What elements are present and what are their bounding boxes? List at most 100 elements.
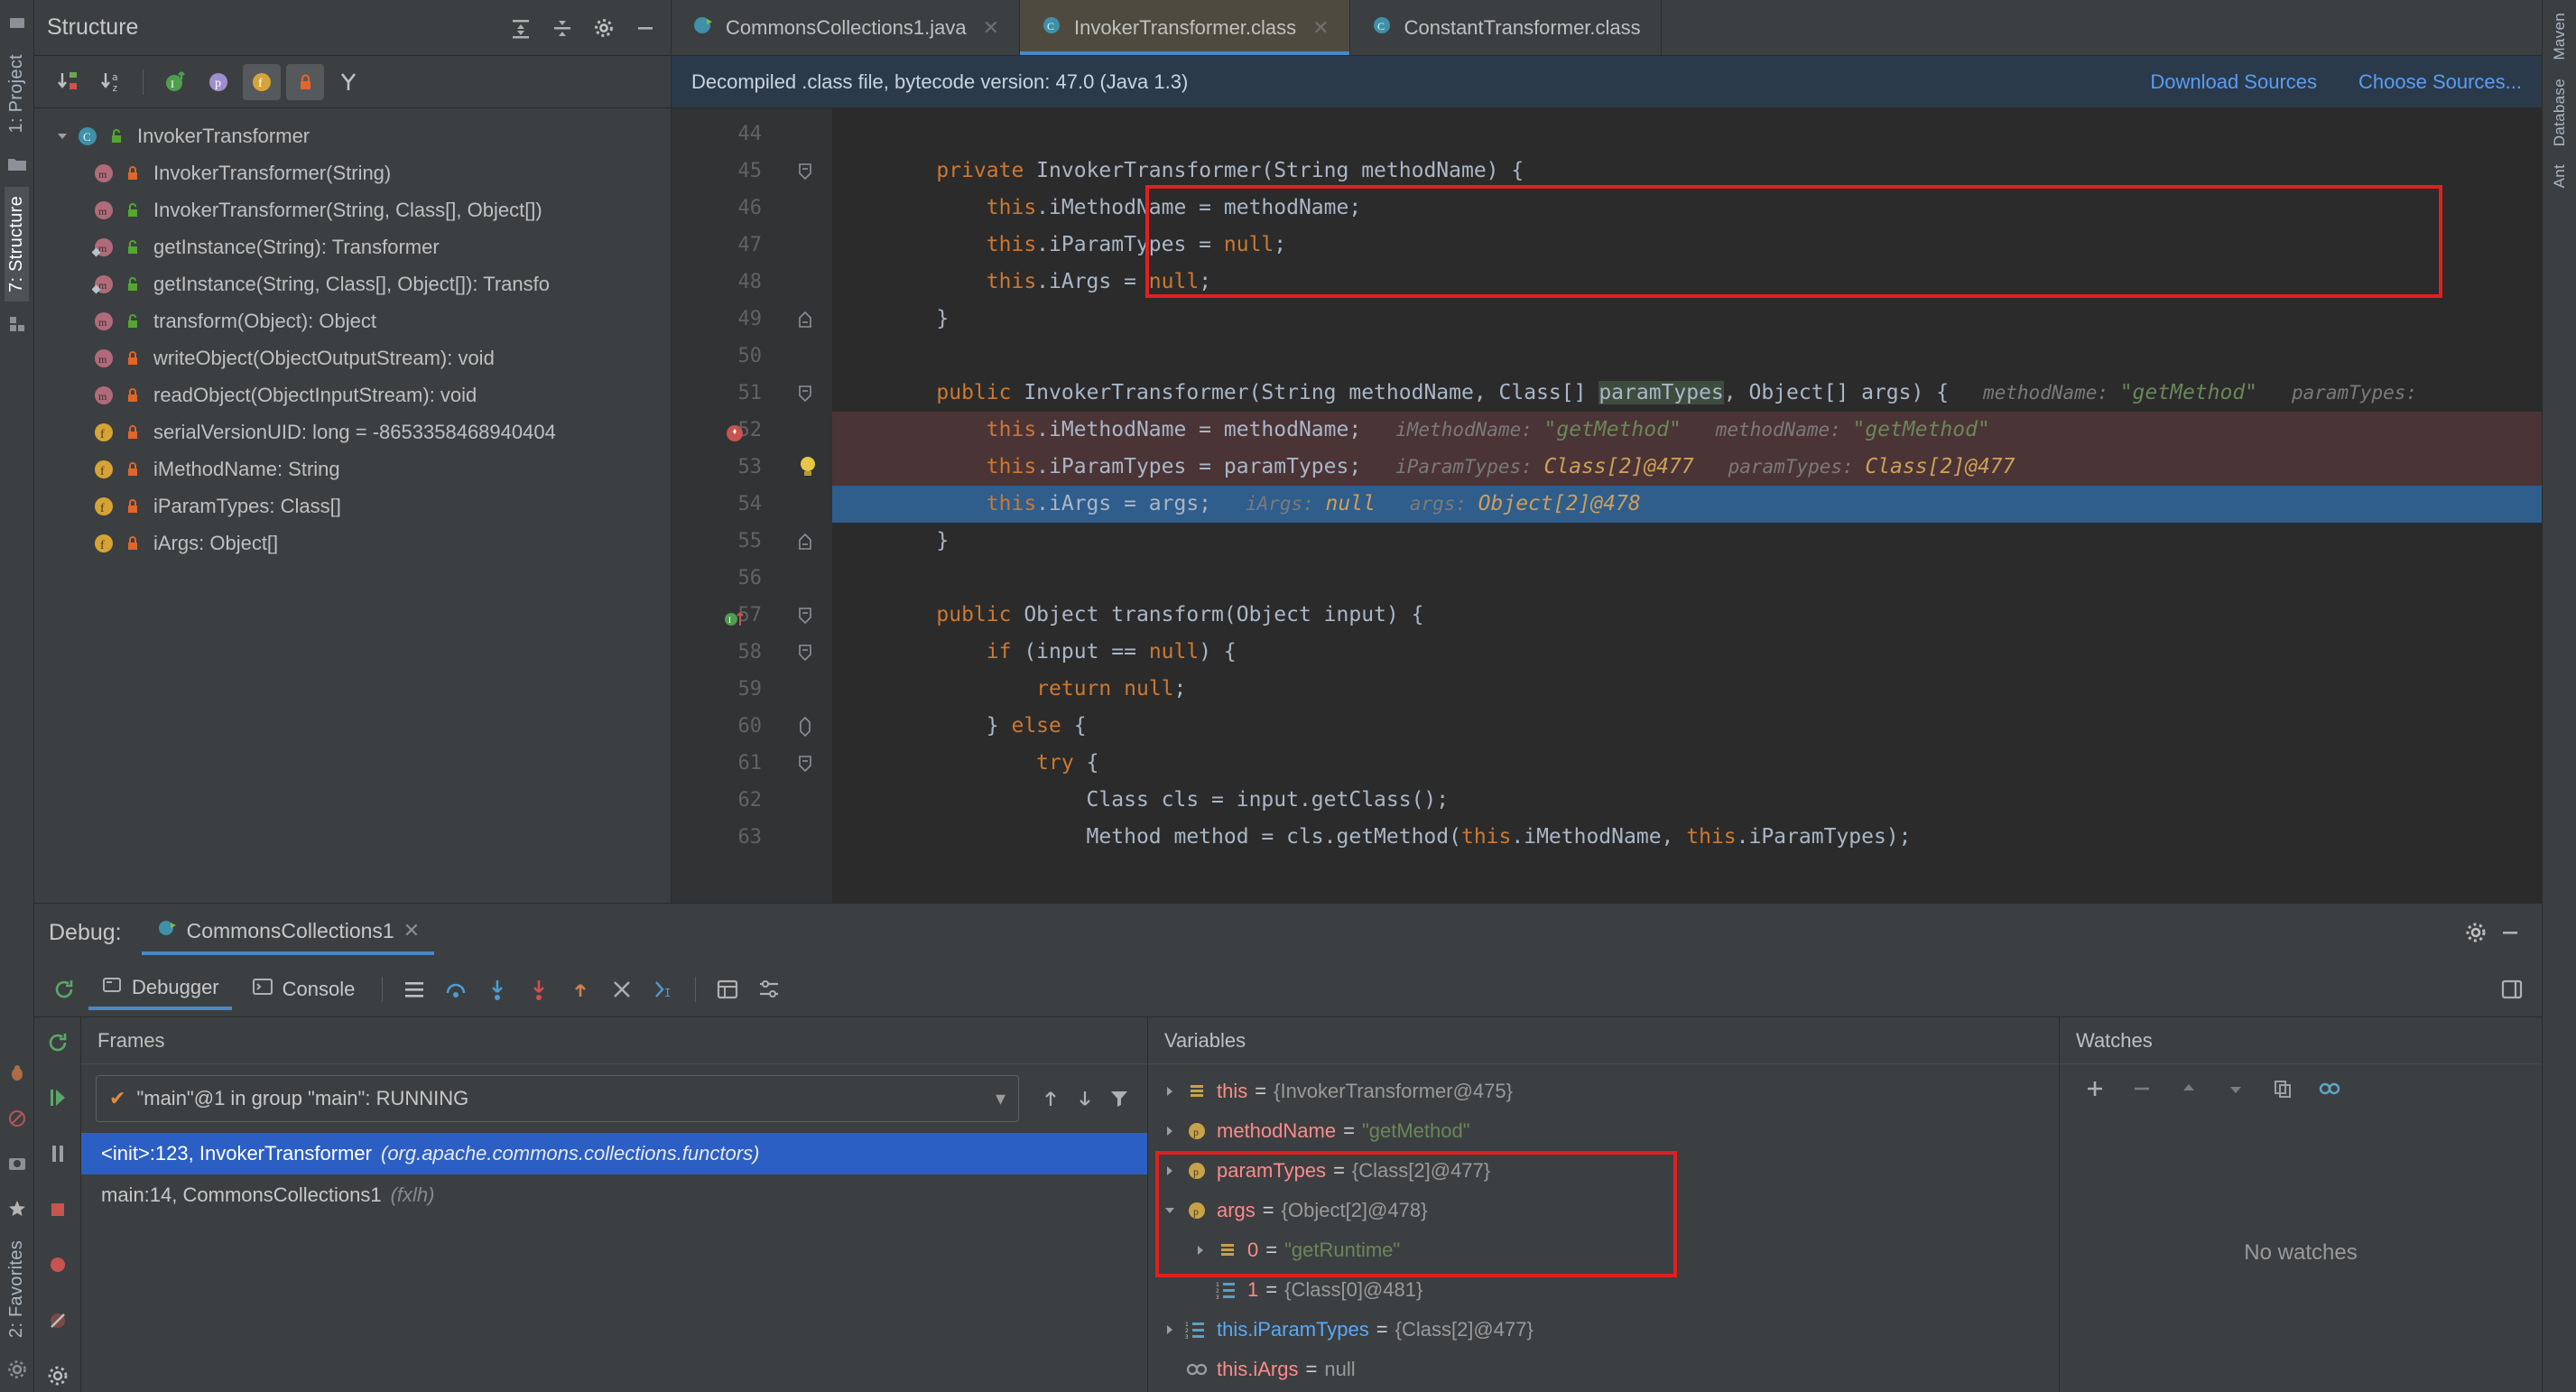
line-number[interactable]: 46 — [672, 190, 778, 227]
sort-alphabetically-button[interactable]: az — [92, 64, 130, 100]
code-editor[interactable]: 44 45 46 47 48 49 50 51 52 53 54 55 56 57 I 58 59 60 61 62 6… — [672, 108, 2542, 903]
step-out-icon[interactable] — [563, 972, 598, 1007]
evaluate-expression-icon[interactable] — [710, 972, 745, 1007]
download-sources-link[interactable]: Download Sources — [2150, 70, 2317, 94]
chevron-down-icon[interactable] — [51, 129, 74, 144]
chevron-down-icon[interactable]: ▾ — [996, 1087, 1005, 1110]
settings-icon[interactable] — [41, 1360, 75, 1392]
line-number[interactable]: 48 — [672, 264, 778, 301]
tree-node-method[interactable]: m getInstance(String): Transformer — [34, 228, 671, 265]
intention-bulb-icon[interactable] — [796, 454, 820, 492]
camera-icon[interactable] — [4, 1150, 31, 1177]
code-line[interactable]: this.iMethodName = methodName; — [832, 190, 2542, 227]
code-line[interactable]: private InvokerTransformer(String method… — [832, 153, 2542, 190]
variable-row[interactable]: p args = {Object[2]@478} — [1148, 1191, 2059, 1230]
line-number[interactable]: 62 — [672, 782, 778, 819]
chevron-right-icon[interactable] — [1157, 1084, 1182, 1099]
pause-icon[interactable] — [41, 1137, 75, 1170]
tree-node-class[interactable]: C InvokerTransformer — [34, 117, 671, 154]
code-line[interactable]: this.iArgs = null; — [832, 264, 2542, 301]
step-into-icon[interactable] — [480, 972, 514, 1007]
show-properties-button[interactable]: p — [199, 64, 237, 100]
tree-node-field[interactable]: f iArgs: Object[] — [34, 524, 671, 561]
code-folding-gutter[interactable] — [778, 108, 832, 903]
rerun-icon[interactable] — [41, 1026, 75, 1059]
tree-node-field[interactable]: f iParamTypes: Class[] — [34, 487, 671, 524]
chevron-down-icon[interactable] — [1157, 1203, 1182, 1218]
code-line[interactable]: } — [832, 523, 2542, 560]
editor-tab-commonscollections1[interactable]: CommonsCollections1.java ✕ — [672, 0, 1020, 55]
tree-node-method[interactable]: m writeObject(ObjectOutputStream): void — [34, 339, 671, 376]
tree-node-method[interactable]: m InvokerTransformer(String, Class[], Ob… — [34, 191, 671, 228]
show-execution-point-icon[interactable] — [397, 972, 431, 1007]
editor-tab-constanttransformer[interactable]: C ConstantTransformer.class — [1350, 0, 1662, 55]
line-number[interactable]: 58 — [672, 634, 778, 671]
code-line[interactable] — [832, 338, 2542, 375]
variable-row[interactable]: 1 2 3 this.iParamTypes = {Class[2]@477} — [1148, 1310, 2059, 1350]
line-number[interactable]: 59 — [672, 671, 778, 708]
line-number[interactable]: 56 — [672, 560, 778, 597]
line-number-gutter[interactable]: 44 45 46 47 48 49 50 51 52 53 54 55 56 57 I 58 59 60 61 62 6… — [672, 108, 778, 903]
code-line[interactable]: if (input == null) { — [832, 634, 2542, 671]
copy-icon[interactable] — [2267, 1073, 2298, 1104]
line-number[interactable]: 49 — [672, 301, 778, 338]
variable-row[interactable]: 0 = "getRuntime" — [1148, 1230, 2059, 1270]
code-line[interactable]: return null; — [832, 671, 2542, 708]
tree-node-method[interactable]: m transform(Object): Object — [34, 302, 671, 339]
code-line[interactable]: try { — [832, 745, 2542, 782]
variables-list[interactable]: this = {InvokerTransformer@475} p methodName… — [1148, 1064, 2059, 1389]
close-icon[interactable]: ✕ — [403, 919, 420, 942]
line-number[interactable]: 45 — [672, 153, 778, 190]
variable-row[interactable]: 1 2 3 1 = {Class[0]@481} — [1148, 1270, 2059, 1310]
line-number[interactable]: 44 — [672, 116, 778, 153]
sort-by-visibility-button[interactable] — [49, 64, 87, 100]
down-icon[interactable] — [2220, 1073, 2251, 1104]
no-entry-icon[interactable] — [4, 1105, 31, 1132]
code-line[interactable]: public InvokerTransformer(String methodN… — [832, 375, 2542, 412]
resume-icon[interactable] — [41, 1082, 75, 1115]
chevron-right-icon[interactable] — [1157, 1124, 1182, 1138]
code-line[interactable]: this.iParamTypes = null; — [832, 227, 2542, 264]
variable-row[interactable]: this.iArgs = null — [1148, 1350, 2059, 1389]
line-number[interactable]: 53 — [672, 449, 778, 486]
code-line[interactable]: } — [832, 301, 2542, 338]
line-number[interactable]: 47 — [672, 227, 778, 264]
stop-icon[interactable] — [41, 1193, 75, 1226]
settings-icon[interactable] — [752, 972, 786, 1007]
sidebar-item-maven[interactable]: Maven — [2549, 4, 2571, 70]
show-anonymous-button[interactable] — [329, 64, 367, 100]
fold-marker[interactable] — [778, 745, 832, 782]
sidebar-item-database[interactable]: Database — [2549, 70, 2571, 155]
drop-frame-icon[interactable] — [605, 972, 639, 1007]
bug-icon[interactable] — [4, 1060, 31, 1087]
line-number[interactable]: 50 — [672, 338, 778, 375]
code-line[interactable]: this.iMethodName = methodName; iMethodNa… — [832, 412, 2542, 449]
line-number[interactable]: 52 — [672, 412, 778, 449]
tree-node-field[interactable]: f iMethodName: String — [34, 450, 671, 487]
step-over-icon[interactable] — [439, 972, 473, 1007]
sidebar-item-favorites[interactable]: 2: Favorites — [5, 1231, 29, 1347]
gear-icon[interactable] — [2459, 915, 2493, 950]
star-icon[interactable] — [4, 1195, 31, 1222]
code-line[interactable] — [832, 560, 2542, 597]
collapse-all-icon[interactable] — [550, 15, 575, 41]
thread-selector[interactable]: ✔ "main"@1 in group "main": RUNNING ▾ — [96, 1075, 1019, 1122]
line-number[interactable]: 61 — [672, 745, 778, 782]
line-number[interactable]: 51 — [672, 375, 778, 412]
tab-debugger[interactable]: Debugger — [88, 969, 232, 1010]
folder-icon[interactable] — [4, 151, 31, 178]
debug-session-tab[interactable]: CommonsCollections1 ✕ — [141, 910, 435, 955]
layout-settings-icon[interactable] — [2495, 972, 2529, 1007]
line-number[interactable]: 63 — [672, 819, 778, 856]
filter-icon[interactable] — [1102, 1081, 1136, 1116]
line-number[interactable]: 57 I — [672, 597, 778, 634]
expand-all-icon[interactable] — [508, 15, 533, 41]
show-inherited-button[interactable]: I — [156, 64, 194, 100]
mute-breakpoints-icon[interactable] — [41, 1304, 75, 1337]
fold-marker[interactable] — [778, 375, 832, 412]
tree-node-field[interactable]: f serialVersionUID: long = -865335846894… — [34, 413, 671, 450]
code-line[interactable]: this.iParamTypes = paramTypes; iParamTyp… — [801, 449, 2542, 486]
gear-icon[interactable] — [591, 15, 616, 41]
fold-marker[interactable] — [778, 153, 832, 190]
tab-console[interactable]: Console — [239, 970, 368, 1008]
